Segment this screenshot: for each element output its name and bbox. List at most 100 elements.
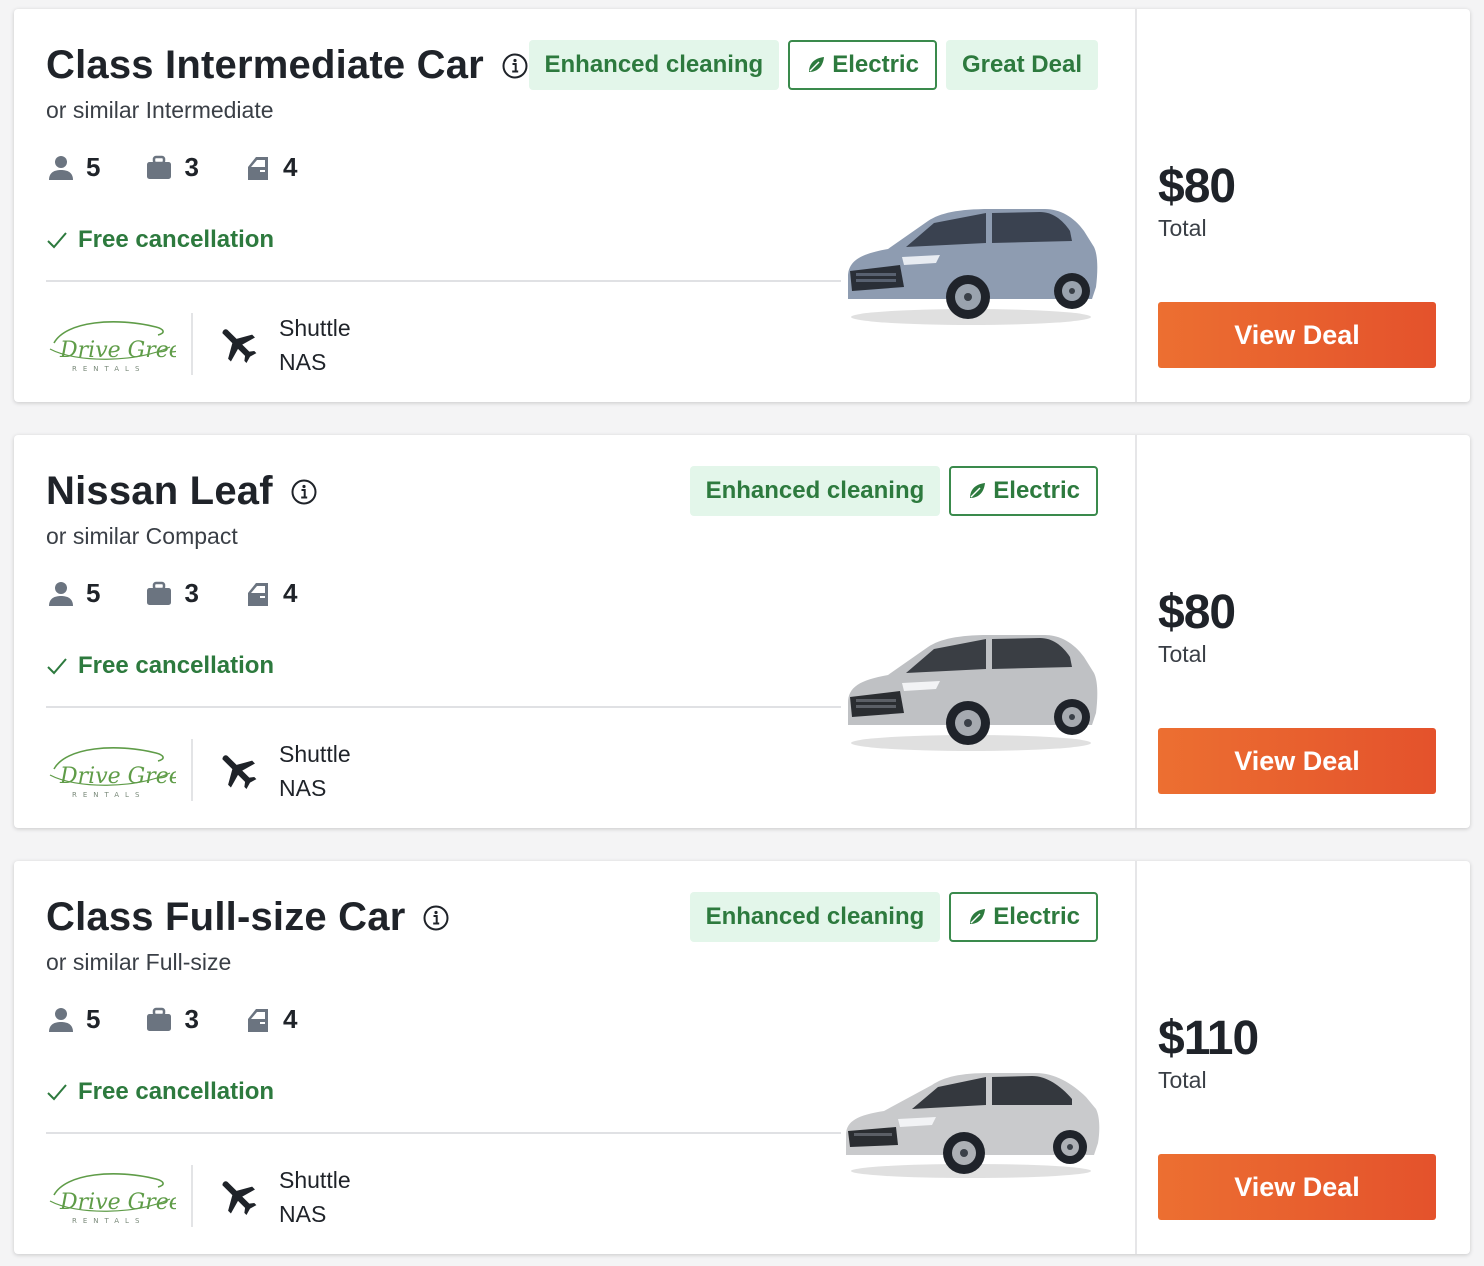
free-cancellation: Free cancellation: [46, 1078, 274, 1106]
pickup-info: Shuttle NAS: [279, 1163, 351, 1231]
price-panel: $80 Total View Deal: [1135, 9, 1470, 402]
badge-label: Electric: [832, 51, 919, 78]
svg-text:RENTALS: RENTALS: [72, 791, 145, 799]
door-icon: [243, 579, 273, 609]
view-deal-button[interactable]: View Deal: [1158, 302, 1436, 368]
leaf-icon: [967, 481, 987, 501]
free-cancellation-label: Free cancellation: [78, 1078, 275, 1105]
price-label: Total: [1158, 1067, 1207, 1093]
supplier-logo: Drive Green RENTALS: [46, 1165, 196, 1227]
badge-electric: Electric: [949, 892, 1098, 942]
badge-enhanced-cleaning: Enhanced cleaning: [689, 466, 941, 516]
car-image[interactable]: [840, 625, 1102, 755]
spec-doors: 4: [243, 152, 297, 183]
info-icon[interactable]: [291, 479, 317, 505]
title-row: Class Full-size Car: [46, 895, 449, 940]
spec-bags: 3: [144, 152, 199, 183]
spec-passengers: 5: [46, 152, 100, 183]
check-icon: [46, 229, 68, 251]
price-label: Total: [1158, 215, 1207, 241]
passenger-count: 5: [86, 578, 101, 608]
price: $80: [1158, 160, 1236, 213]
pickup-type: Shuttle: [279, 315, 351, 341]
door-icon: [243, 153, 273, 183]
door-icon: [243, 1005, 273, 1035]
similar-class: or similar Full-size: [46, 949, 232, 975]
badge-great-deal: Great Deal: [945, 40, 1098, 90]
svg-text:RENTALS: RENTALS: [72, 1217, 145, 1225]
price-label: Total: [1158, 641, 1207, 667]
leaf-icon: [806, 55, 826, 75]
suitcase-icon: [144, 153, 174, 183]
suitcase-icon: [144, 1005, 174, 1035]
badge-label: Great Deal: [961, 51, 1082, 78]
door-count: 4: [282, 578, 298, 608]
divider: [46, 706, 841, 708]
price-panel: $80 Total View Deal: [1135, 435, 1470, 828]
passenger-count: 5: [86, 1004, 101, 1034]
title-row: Class Intermediate Car: [46, 43, 528, 88]
passenger-count: 5: [86, 152, 101, 182]
pickup-info: Shuttle NAS: [279, 737, 351, 805]
spec-passengers: 5: [46, 1004, 100, 1035]
pickup-type: Shuttle: [279, 1167, 351, 1193]
bag-count: 3: [184, 152, 199, 182]
similar-class: or similar Intermediate: [46, 97, 274, 123]
spec-bags: 3: [144, 578, 199, 609]
spec-doors: 4: [243, 578, 297, 609]
badge-enhanced-cleaning: Enhanced cleaning: [689, 892, 941, 942]
badge-label: Enhanced cleaning: [544, 51, 764, 78]
pickup-code: NAS: [279, 775, 327, 801]
airplane-icon: [216, 750, 260, 794]
price: $110: [1158, 1012, 1259, 1065]
listing-card[interactable]: Class Intermediate Car Enhanced cleaning…: [14, 9, 1470, 402]
badge-electric: Electric: [788, 40, 937, 90]
pickup-type: Shuttle: [279, 741, 351, 767]
leaf-icon: [967, 907, 987, 927]
separator: [191, 1165, 193, 1227]
free-cancellation: Free cancellation: [46, 652, 274, 680]
badge-label: Electric: [993, 477, 1080, 504]
pickup-info: Shuttle NAS: [279, 311, 351, 379]
listing-card[interactable]: Nissan Leaf Enhanced cleaning Electric o…: [14, 435, 1470, 828]
pickup-code: NAS: [279, 1201, 327, 1227]
free-cancellation-label: Free cancellation: [78, 226, 275, 253]
view-deal-button[interactable]: View Deal: [1158, 728, 1436, 794]
car-title: Class Intermediate Car: [46, 43, 484, 87]
svg-text:Drive Green: Drive Green: [59, 338, 176, 363]
badge-row: Enhanced cleaning Electric: [689, 466, 1098, 516]
title-row: Nissan Leaf: [46, 469, 317, 514]
listing-card[interactable]: Class Full-size Car Enhanced cleaning El…: [14, 861, 1470, 1254]
listing-details: Nissan Leaf Enhanced cleaning Electric o…: [14, 435, 1135, 828]
badge-electric: Electric: [949, 466, 1098, 516]
info-icon[interactable]: [502, 53, 528, 79]
svg-text:Drive Green: Drive Green: [59, 1190, 176, 1215]
badge-row: Enhanced cleaning Electric: [689, 892, 1098, 942]
divider: [46, 1132, 841, 1134]
check-icon: [46, 655, 68, 677]
spec-row: 5 3 4: [46, 152, 341, 183]
door-count: 4: [282, 152, 298, 182]
separator: [191, 313, 193, 375]
pickup-code: NAS: [279, 349, 327, 375]
airplane-icon: [216, 1176, 260, 1220]
car-title: Class Full-size Car: [46, 895, 406, 939]
svg-text:Drive Green: Drive Green: [59, 764, 176, 789]
listing-details: Class Full-size Car Enhanced cleaning El…: [14, 861, 1135, 1254]
badge-row: Enhanced cleaning Electric Great Deal: [528, 40, 1098, 90]
car-image[interactable]: [840, 199, 1102, 329]
info-icon[interactable]: [423, 905, 449, 931]
bag-count: 3: [184, 1004, 199, 1034]
view-deal-button[interactable]: View Deal: [1158, 1154, 1436, 1220]
spec-passengers: 5: [46, 578, 100, 609]
badge-label: Electric: [993, 903, 1080, 930]
suitcase-icon: [144, 579, 174, 609]
bag-count: 3: [184, 578, 199, 608]
similar-class: or similar Compact: [46, 523, 238, 549]
car-image[interactable]: [840, 1051, 1102, 1181]
price: $80: [1158, 586, 1236, 639]
separator: [191, 739, 193, 801]
check-icon: [46, 1081, 68, 1103]
airplane-icon: [216, 324, 260, 368]
free-cancellation-label: Free cancellation: [78, 652, 275, 679]
